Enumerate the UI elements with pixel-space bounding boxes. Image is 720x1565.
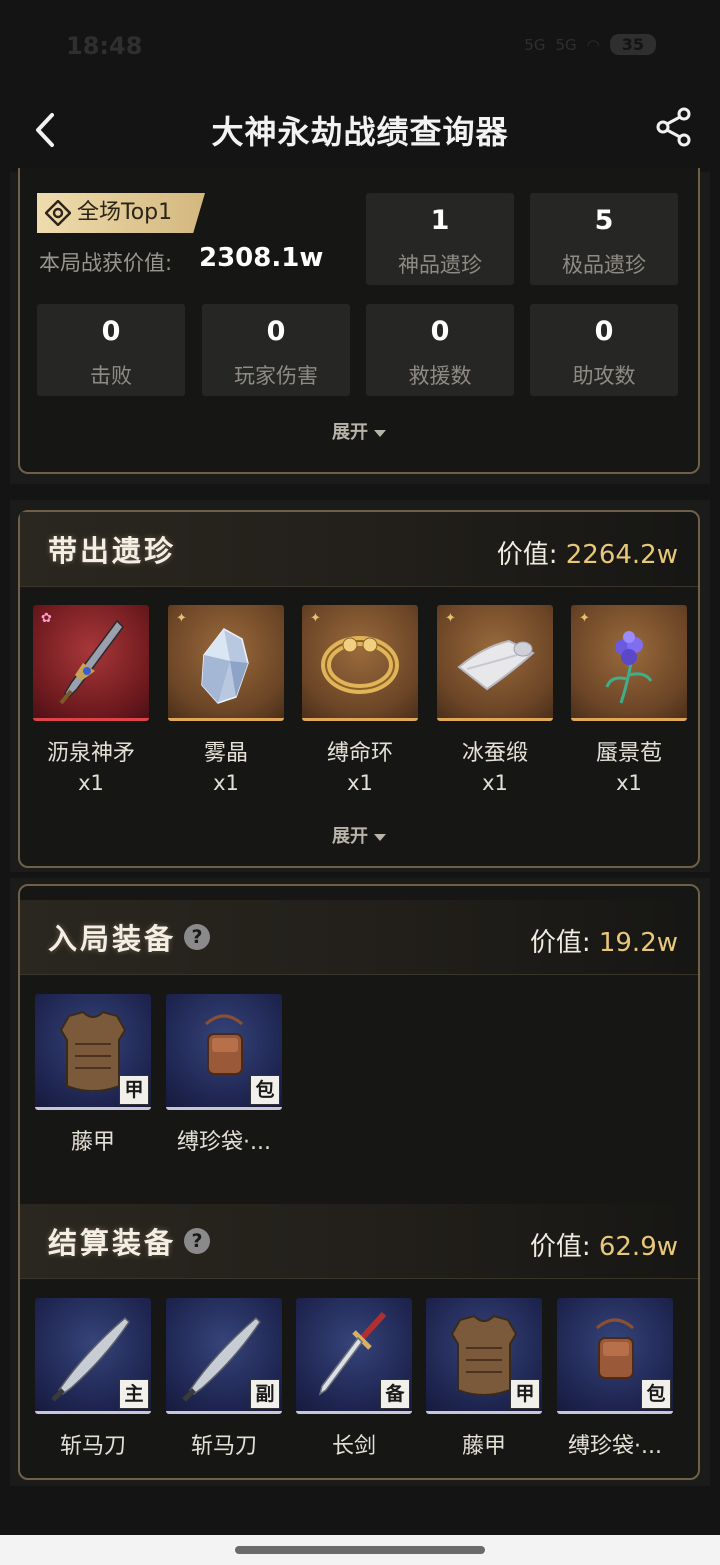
item-qty: x1 xyxy=(213,771,239,795)
slot-tag: 包 xyxy=(641,1379,671,1409)
item-card: ✦ xyxy=(571,605,687,721)
section-title: 入局装备 xyxy=(48,922,177,956)
slot-tag: 甲 xyxy=(119,1075,149,1105)
spear-icon xyxy=(59,619,124,705)
item-card: 副 xyxy=(166,1298,282,1414)
item-card: 包 xyxy=(166,994,282,1110)
help-icon[interactable]: ? xyxy=(184,1228,210,1254)
gear-panel: 入局装备 ? 价值: 19.2w 甲 藤甲 包 缚珍袋·... 结算装备 ? 价… xyxy=(18,884,700,1480)
item-qty: x1 xyxy=(616,771,642,795)
value-number: 2264.2w xyxy=(565,540,678,570)
ring-icon xyxy=(321,636,399,694)
item-name: 藤甲 xyxy=(461,1434,506,1459)
stat-label: 救援数 xyxy=(408,364,472,388)
final-gear-header: 结算装备 ? 价值: 62.9w xyxy=(20,1204,698,1279)
item-name: 蜃景苞 xyxy=(595,741,662,766)
help-icon[interactable]: ? xyxy=(184,924,210,950)
stat-value: 0 xyxy=(594,316,614,347)
stat-label: 助攻数 xyxy=(572,364,636,388)
slot-tag: 包 xyxy=(250,1075,280,1105)
slot-tag: 备 xyxy=(380,1379,410,1409)
item-card: ✦ xyxy=(437,605,553,721)
item-name: 沥泉神矛 xyxy=(46,741,135,766)
gear-section: 入局装备 ? 价值: 19.2w 甲 藤甲 包 缚珍袋·... 结算装备 ? 价… xyxy=(10,878,710,1486)
relics-header: 带出遗珍 价值: 2264.2w xyxy=(20,512,698,587)
item-card: ✦ xyxy=(302,605,418,721)
stat-value: 0 xyxy=(266,316,286,347)
relics-section: 带出遗珍 价值: 2264.2w ✿ 沥泉神矛 x1 ✦ 雾晶 x1 ✦ 缚命环… xyxy=(10,500,710,872)
value-label: 价值: xyxy=(529,928,591,958)
item-name: 长剑 xyxy=(331,1434,376,1459)
stat-value: 0 xyxy=(430,316,450,347)
item-name: 斩马刀 xyxy=(190,1434,257,1459)
value-number: 62.9w xyxy=(598,1232,678,1262)
summary-panel: 全场Top1 本局战获价值: 2308.1w 1 神品遗珍 5 极品遗珍 0 击… xyxy=(18,168,700,474)
stat-label: 击败 xyxy=(90,364,132,388)
item-name: 冰蚕缎 xyxy=(461,741,528,766)
stat-value: 0 xyxy=(101,316,121,347)
item-name: 雾晶 xyxy=(203,741,248,766)
item-card: ✿ xyxy=(33,605,149,721)
expand-label: 展开 xyxy=(332,422,368,443)
value-label: 价值: xyxy=(529,1232,591,1262)
silk-icon xyxy=(457,639,535,691)
item-name: 斩马刀 xyxy=(59,1434,126,1459)
wifi-icon: ◠ xyxy=(586,35,600,54)
stat-value: 1 xyxy=(430,205,450,236)
relics-value: 价值: 2264.2w xyxy=(497,534,678,571)
item-name: 缚珍袋·... xyxy=(568,1434,662,1459)
expand-relics-button[interactable]: 展开 xyxy=(20,822,698,848)
crystal-icon xyxy=(201,628,249,704)
flower-icon xyxy=(605,631,653,704)
chevron-down-icon xyxy=(374,429,386,437)
item-card: 备 xyxy=(296,1298,412,1414)
item-card: 包 xyxy=(557,1298,673,1414)
signal-icon: 5G xyxy=(524,35,546,54)
stat-value: 5 xyxy=(594,205,614,236)
stat-label: 玩家伤害 xyxy=(234,364,318,388)
signal-icon: 5G xyxy=(555,35,577,54)
slot-tag: 甲 xyxy=(510,1379,540,1409)
entry-gear-value: 价值: 19.2w xyxy=(530,922,678,959)
stat-kills: 0 击败 xyxy=(37,304,185,396)
home-indicator[interactable] xyxy=(235,1546,485,1554)
stat-rescues: 0 救援数 xyxy=(366,304,514,396)
item-card: ✦ xyxy=(168,605,284,721)
item-card: 甲 xyxy=(35,994,151,1110)
stat-label: 极品遗珍 xyxy=(562,253,646,277)
relics-panel: 带出遗珍 价值: 2264.2w ✿ 沥泉神矛 x1 ✦ 雾晶 x1 ✦ 缚命环… xyxy=(18,510,700,868)
stat-label: 神品遗珍 xyxy=(398,253,482,277)
chevron-down-icon xyxy=(374,833,386,841)
stat-player-damage: 0 玩家伤害 xyxy=(202,304,350,396)
item-card: 甲 xyxy=(426,1298,542,1414)
expand-stats-button[interactable]: 展开 xyxy=(20,418,698,444)
item-qty: x1 xyxy=(482,771,508,795)
value-label: 价值: xyxy=(496,540,558,570)
item-qty: x1 xyxy=(347,771,373,795)
item-name: 缚命环 xyxy=(326,741,393,766)
value-number: 19.2w xyxy=(598,928,678,958)
summary-section: 全场Top1 本局战获价值: 2308.1w 1 神品遗珍 5 极品遗珍 0 击… xyxy=(10,168,710,484)
stat-divine-relics: 1 神品遗珍 xyxy=(366,193,514,285)
section-title: 带出遗珍 xyxy=(48,534,177,568)
status-time: 18:48 xyxy=(66,32,143,60)
stat-assists: 0 助攻数 xyxy=(530,304,678,396)
item-card: 主 xyxy=(35,1298,151,1414)
section-title: 结算装备 xyxy=(48,1226,177,1260)
item-qty: x1 xyxy=(78,771,104,795)
item-name: 藤甲 xyxy=(70,1130,115,1155)
battery-icon: 35 xyxy=(609,34,656,55)
page-title: 大神永劫战绩查询器 xyxy=(211,113,509,151)
final-gear-value: 价值: 62.9w xyxy=(530,1226,678,1263)
entry-gear-header: 入局装备 ? 价值: 19.2w xyxy=(20,900,698,975)
nav-bar: 大神永劫战绩查询器 xyxy=(0,95,720,165)
status-bar: 18:48 5G 5G ◠ 35 xyxy=(0,0,720,90)
status-icons: 5G 5G ◠ 35 xyxy=(524,34,656,55)
item-name: 缚珍袋·... xyxy=(177,1130,271,1155)
stat-epic-relics: 5 极品遗珍 xyxy=(530,193,678,285)
slot-tag: 主 xyxy=(119,1379,149,1409)
slot-tag: 副 xyxy=(250,1379,280,1409)
share-icon[interactable] xyxy=(654,105,694,149)
expand-label: 展开 xyxy=(332,826,368,847)
